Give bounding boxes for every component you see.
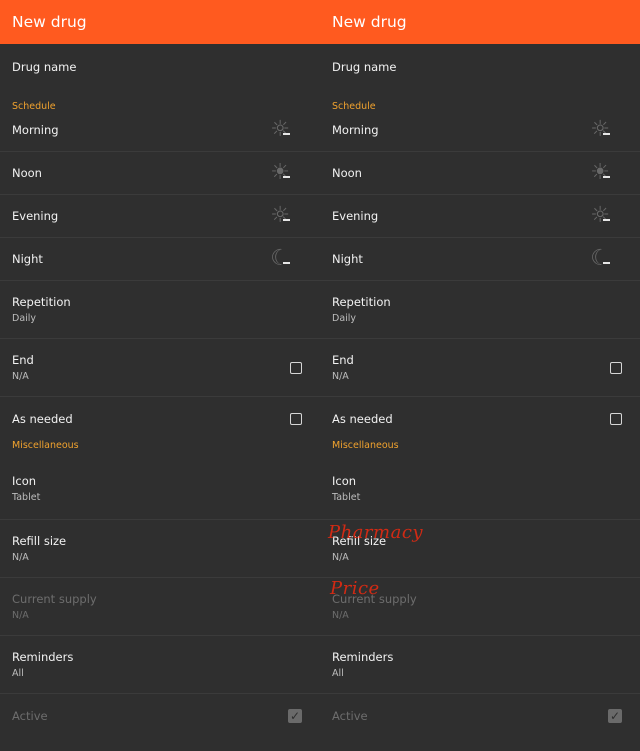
moon-icon: ☾	[590, 246, 610, 271]
drug-name-field[interactable]: Drug name	[0, 44, 320, 89]
misc-header: Miscellaneous	[12, 440, 79, 451]
icon-row[interactable]: Icon Tablet	[320, 458, 640, 520]
sunset-icon: ☼	[270, 203, 290, 228]
schedule-header: Schedule	[332, 101, 376, 112]
current-supply-row: Current supply N/A	[0, 578, 320, 636]
morning-dose[interactable]	[283, 133, 290, 135]
evening-dose[interactable]	[603, 219, 610, 221]
sunrise-icon: ☼	[590, 117, 610, 142]
schedule-evening-row[interactable]: Evening ☼	[0, 195, 320, 238]
active-row: Active ✓	[332, 708, 622, 723]
refill-size-row[interactable]: Refill size N/A	[0, 520, 320, 578]
app-bar-title: New drug	[332, 13, 407, 31]
icon-row[interactable]: Icon Tablet	[0, 458, 320, 520]
as-needed-row[interactable]: As needed	[0, 397, 320, 440]
repetition-row[interactable]: Repetition Daily	[320, 281, 640, 339]
noon-dose[interactable]	[603, 176, 610, 178]
moon-icon: ☾	[270, 246, 290, 271]
app-bar: New drug	[320, 0, 640, 44]
schedule-noon-row[interactable]: Noon ☀	[0, 152, 320, 195]
end-checkbox[interactable]	[610, 361, 622, 374]
left-panel: New drug Drug name Schedule Morning ☼ No…	[0, 0, 320, 751]
drug-name-field[interactable]: Drug name	[320, 44, 640, 89]
schedule-morning-row[interactable]: Morning ☼	[320, 109, 640, 152]
app-bar-title: New drug	[12, 13, 87, 31]
end-row[interactable]: End N/A	[320, 339, 640, 397]
night-dose[interactable]	[283, 262, 290, 264]
schedule-morning-row[interactable]: Morning ☼	[0, 109, 320, 152]
sun-icon: ☀	[270, 160, 290, 185]
schedule-night-row[interactable]: Night ☾	[0, 238, 320, 281]
active-row: Active ✓	[12, 708, 302, 723]
active-checkbox: ✓	[288, 708, 302, 723]
price-annotation: Price	[330, 578, 380, 599]
app-bar: New drug	[0, 0, 320, 44]
evening-dose[interactable]	[283, 219, 290, 221]
as-needed-checkbox[interactable]	[290, 412, 302, 425]
end-row[interactable]: End N/A	[0, 339, 320, 397]
misc-header: Miscellaneous	[332, 440, 399, 451]
reminders-row[interactable]: Reminders All	[0, 636, 320, 694]
as-needed-checkbox[interactable]	[610, 412, 622, 425]
sunset-icon: ☼	[590, 203, 610, 228]
active-checkbox: ✓	[608, 708, 622, 723]
sunrise-icon: ☼	[270, 117, 290, 142]
schedule-header: Schedule	[12, 101, 56, 112]
sun-icon: ☀	[590, 160, 610, 185]
reminders-row[interactable]: Reminders All	[320, 636, 640, 694]
schedule-noon-row[interactable]: Noon ☀	[320, 152, 640, 195]
right-panel: New drug Drug name Schedule Morning ☼ No…	[320, 0, 640, 751]
schedule-night-row[interactable]: Night ☾	[320, 238, 640, 281]
pharmacy-annotation: Pharmacy	[328, 522, 424, 543]
night-dose[interactable]	[603, 262, 610, 264]
as-needed-row[interactable]: As needed	[320, 397, 640, 440]
noon-dose[interactable]	[283, 176, 290, 178]
end-checkbox[interactable]	[290, 361, 302, 374]
schedule-evening-row[interactable]: Evening ☼	[320, 195, 640, 238]
repetition-row[interactable]: Repetition Daily	[0, 281, 320, 339]
morning-dose[interactable]	[603, 133, 610, 135]
